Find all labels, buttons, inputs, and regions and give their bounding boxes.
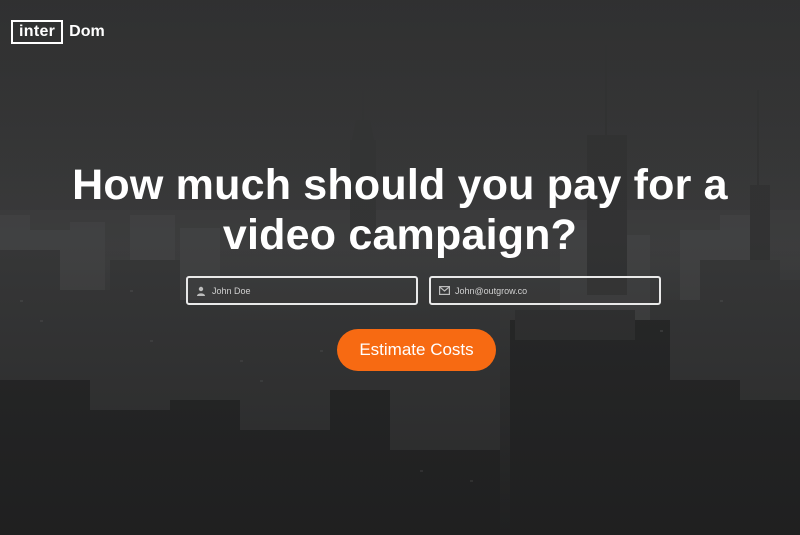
logo-box-text: inter: [11, 20, 64, 44]
email-input[interactable]: [455, 285, 645, 296]
envelope-icon: [438, 285, 450, 297]
logo-text: Dom: [69, 23, 105, 40]
name-input[interactable]: [212, 285, 402, 296]
headline-line-1: How much should you pay for a: [72, 161, 728, 209]
estimate-costs-button[interactable]: Estimate Costs: [337, 329, 496, 371]
person-icon: [195, 285, 207, 297]
background-overlay: [0, 0, 800, 535]
headline-line-2: video campaign?: [222, 211, 578, 259]
brand-logo[interactable]: inter Dom: [11, 20, 105, 44]
page-headline: How much should you pay for a video camp…: [0, 160, 800, 260]
name-field[interactable]: [186, 276, 418, 305]
email-field[interactable]: [429, 276, 661, 305]
